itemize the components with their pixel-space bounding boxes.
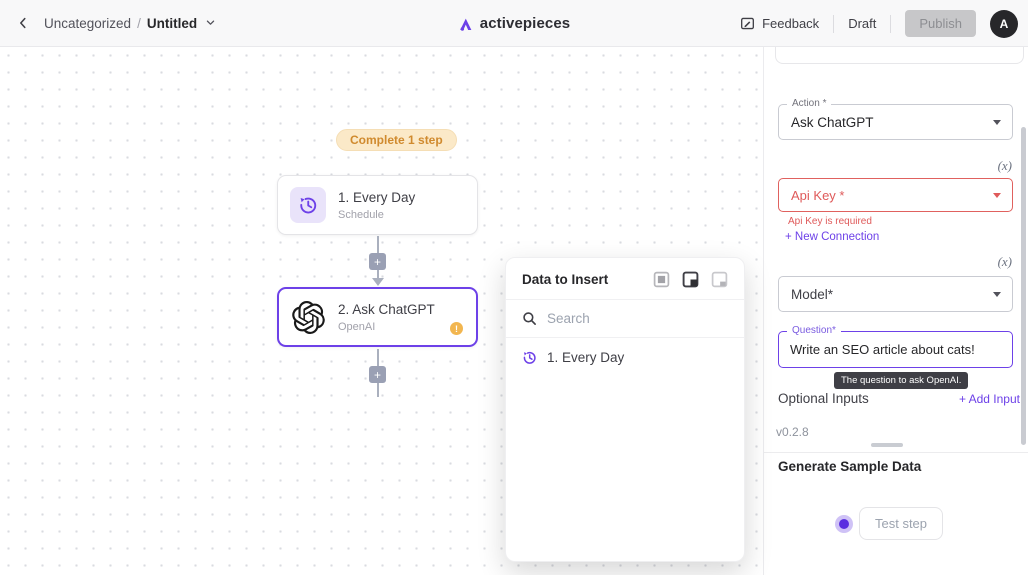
test-pulse-indicator-icon: [835, 515, 853, 533]
api-key-select-label: Api Key *: [779, 179, 1012, 211]
chevron-down-icon[interactable]: [205, 16, 216, 31]
panel-drag-handle[interactable]: [871, 443, 903, 447]
step-settings-sidebar: text Action * Ask ChatGPT (x) Api Key * …: [763, 47, 1028, 575]
question-field-label: Question*: [787, 325, 841, 336]
back-button[interactable]: [12, 12, 34, 34]
chevron-left-icon: [16, 16, 30, 30]
feedback-button[interactable]: Feedback: [740, 16, 819, 31]
activepieces-logo-icon: [458, 16, 474, 32]
brand-logo: activepieces: [458, 0, 570, 47]
model-select-label: Model*: [779, 277, 1012, 311]
action-select-label: Action *: [787, 98, 831, 109]
divider: [833, 15, 834, 33]
feedback-label: Feedback: [762, 16, 819, 31]
add-input-link[interactable]: + Add Input: [959, 392, 1020, 406]
add-step-button[interactable]: +: [369, 253, 386, 270]
panel-size-dock-icon[interactable]: [711, 271, 728, 288]
api-key-select[interactable]: Api Key *: [778, 178, 1013, 212]
publish-button[interactable]: Publish: [905, 10, 976, 37]
data-to-insert-panel: Data to Insert: [505, 257, 745, 562]
add-step-button[interactable]: +: [369, 366, 386, 383]
chevron-down-icon: [993, 120, 1001, 125]
data-search-input[interactable]: [547, 311, 707, 326]
top-bar: Uncategorized / Untitled activepieces: [0, 0, 1028, 47]
step-card-ask-chatgpt[interactable]: 2. Ask ChatGPT OpenAI !: [277, 287, 478, 347]
action-select-value: Ask ChatGPT: [779, 105, 1012, 139]
step-title: 2. Ask ChatGPT: [338, 302, 435, 317]
step-subtitle: OpenAI: [338, 321, 435, 333]
panel-size-split-icon[interactable]: [682, 271, 699, 288]
question-field: Question*: [778, 331, 1013, 368]
step-subtitle: Schedule: [338, 209, 415, 221]
chevron-down-icon: [993, 292, 1001, 297]
avatar[interactable]: A: [990, 10, 1018, 38]
complete-steps-pill: Complete 1 step: [336, 129, 457, 151]
connector-arrow-icon: [372, 278, 384, 286]
schedule-timer-icon: [290, 187, 326, 223]
search-icon: [522, 311, 537, 326]
question-tooltip: The question to ask OpenAI.: [834, 372, 968, 389]
feedback-icon: [740, 16, 755, 31]
step-warning-icon: !: [450, 322, 463, 335]
step-title: 1. Every Day: [338, 190, 415, 205]
panel-size-compact-icon[interactable]: [653, 271, 670, 288]
model-select[interactable]: Model*: [778, 276, 1013, 312]
divider: [764, 452, 1028, 453]
divider: [890, 15, 891, 33]
breadcrumb-separator: /: [137, 16, 141, 31]
test-step-button[interactable]: Test step: [859, 507, 943, 540]
insert-variable-button[interactable]: (x): [998, 158, 1012, 174]
api-key-error-text: Api Key is required: [788, 216, 872, 227]
step-card-every-day[interactable]: 1. Every Day Schedule: [277, 175, 478, 235]
data-item-every-day[interactable]: 1. Every Day: [506, 338, 744, 377]
chevron-down-icon: [993, 193, 1001, 198]
generate-sample-data-title: Generate Sample Data: [778, 459, 921, 474]
action-select[interactable]: Action * Ask ChatGPT: [778, 104, 1013, 140]
optional-inputs-label: Optional Inputs: [778, 391, 869, 406]
breadcrumb-folder: Uncategorized: [44, 16, 131, 31]
piece-version: v0.2.8: [776, 425, 809, 439]
sidebar-scrollbar[interactable]: [1021, 127, 1026, 445]
draft-status: Draft: [848, 16, 876, 31]
insert-variable-button[interactable]: (x): [998, 254, 1012, 270]
schedule-timer-icon: [522, 350, 537, 365]
openai-icon: [290, 299, 326, 335]
brand-name: activepieces: [480, 15, 570, 32]
data-panel-title: Data to Insert: [522, 272, 608, 287]
new-connection-link[interactable]: + New Connection: [785, 231, 879, 243]
data-item-label: 1. Every Day: [547, 350, 624, 365]
breadcrumb[interactable]: Uncategorized / Untitled: [44, 16, 216, 31]
flow-builder-app: Complete 1 step 1. Every Day Schedule +: [0, 0, 1028, 575]
question-input[interactable]: [779, 332, 989, 367]
flow-title: Untitled: [147, 16, 197, 31]
